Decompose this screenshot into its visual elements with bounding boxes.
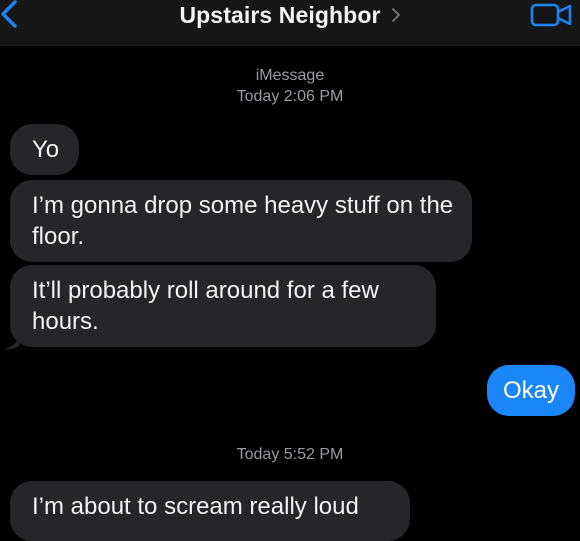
message-bubble-incoming[interactable]: Yo <box>10 124 80 175</box>
video-camera-icon <box>530 3 572 27</box>
timestamp: Today 5:52 PM <box>0 446 580 464</box>
message-text: It’ll probably roll around for a few hou… <box>32 277 379 335</box>
video-call-button[interactable] <box>530 2 574 28</box>
chevron-right-icon[interactable] <box>391 7 401 23</box>
service-label: iMessage <box>255 67 325 84</box>
timestamp-day: Today <box>236 88 280 105</box>
message-bubble-incoming[interactable]: I’m gonna drop some heavy stuff on the f… <box>10 180 472 262</box>
message-text: I’m gonna drop some heavy stuff on the f… <box>32 192 454 250</box>
contact-name[interactable]: Upstairs Neighbor <box>179 2 380 29</box>
back-button[interactable] <box>0 0 22 30</box>
message-bubble-outgoing[interactable]: Okay <box>487 365 576 416</box>
chevron-left-icon <box>1 0 17 28</box>
bubble-tail <box>4 334 20 350</box>
timestamp-time: 2:06 PM <box>283 88 344 105</box>
message-bubble-incoming[interactable]: I’m about to scream really loud <box>10 481 410 541</box>
message-bubble-incoming[interactable]: It’ll probably roll around for a few hou… <box>10 265 436 347</box>
timestamp: Today 2:06 PM <box>0 88 580 106</box>
nav-header: Upstairs Neighbor <box>0 0 580 46</box>
message-text: Yo <box>32 136 60 163</box>
timestamp-day: Today <box>236 446 280 463</box>
timestamp-time: 5:52 PM <box>283 446 344 463</box>
message-text: Okay <box>503 377 560 404</box>
